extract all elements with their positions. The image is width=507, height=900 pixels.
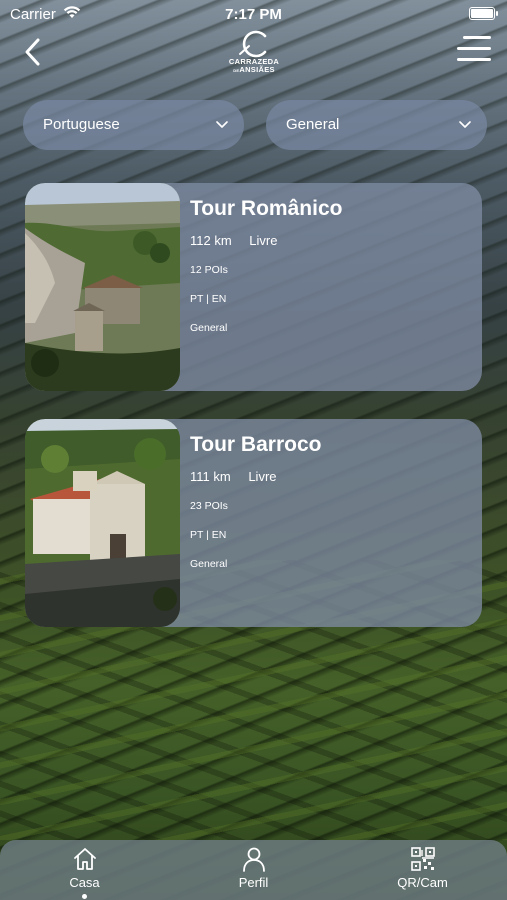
tab-perfil[interactable]: Perfil bbox=[169, 840, 338, 900]
category-select-value: General bbox=[286, 116, 340, 133]
tour-price: Livre bbox=[249, 233, 278, 248]
menu-line bbox=[463, 36, 491, 39]
app-screen: Carrier 7:17 PM CARRAZEDA DEANSIÃES Port bbox=[0, 0, 507, 900]
tab-label: Perfil bbox=[238, 875, 269, 890]
tour-pois: 23 POIs bbox=[190, 500, 228, 512]
tour-photo-romanico bbox=[25, 183, 180, 391]
language-select-value: Portuguese bbox=[43, 116, 120, 133]
tab-casa[interactable]: Casa bbox=[0, 840, 169, 900]
top-bar: CARRAZEDA DEANSIÃES bbox=[0, 28, 507, 78]
tour-languages: PT | EN bbox=[190, 529, 227, 541]
clock: 7:17 PM bbox=[225, 6, 282, 23]
language-select[interactable]: Portuguese bbox=[23, 100, 244, 150]
tour-languages: PT | EN bbox=[190, 293, 227, 305]
status-bar: Carrier 7:17 PM bbox=[0, 0, 507, 28]
chevron-down-icon bbox=[459, 121, 471, 128]
tour-price: Livre bbox=[248, 469, 277, 484]
menu-line bbox=[457, 58, 491, 61]
tour-card[interactable]: Tour Românico 112 km Livre 12 POIs PT | … bbox=[25, 183, 482, 391]
tour-pois: 12 POIs bbox=[190, 264, 228, 276]
tour-category: General bbox=[190, 558, 228, 570]
tour-info: Tour Românico 112 km Livre 12 POIs PT | … bbox=[190, 197, 472, 351]
logo-line2-text: ANSIÃES bbox=[239, 65, 275, 74]
back-button[interactable] bbox=[18, 36, 50, 68]
tab-label: Casa bbox=[69, 875, 100, 890]
tour-info: Tour Barroco 111 km Livre 23 POIs PT | E… bbox=[190, 433, 472, 587]
tour-name: Tour Românico bbox=[190, 197, 343, 220]
qr-code-icon bbox=[410, 847, 435, 871]
tour-card[interactable]: Tour Barroco 111 km Livre 23 POIs PT | E… bbox=[25, 419, 482, 627]
menu-line bbox=[457, 47, 491, 50]
logo-line2: DEANSIÃES bbox=[220, 66, 288, 75]
tour-distance: 112 km bbox=[190, 233, 232, 248]
tour-photo-barroco bbox=[25, 419, 180, 627]
tab-qr-cam[interactable]: QR/Cam bbox=[338, 840, 507, 900]
menu-button[interactable] bbox=[457, 36, 491, 66]
tour-category: General bbox=[190, 322, 228, 334]
logo-c-icon bbox=[239, 30, 267, 58]
app-logo: CARRAZEDA DEANSIÃES bbox=[220, 30, 288, 78]
person-icon bbox=[242, 847, 265, 872]
chevron-down-icon bbox=[216, 121, 228, 128]
tour-meta: 111 km Livre bbox=[190, 469, 472, 484]
tab-label: QR/Cam bbox=[397, 875, 448, 890]
category-select[interactable]: General bbox=[266, 100, 487, 150]
battery-icon bbox=[469, 7, 498, 20]
home-icon bbox=[73, 848, 96, 870]
tour-name: Tour Barroco bbox=[190, 433, 322, 456]
tour-distance: 111 km bbox=[190, 469, 231, 484]
tour-meta: 112 km Livre bbox=[190, 233, 472, 248]
bottom-tab-bar: Casa Perfil QR/Cam bbox=[0, 840, 507, 900]
active-indicator bbox=[82, 894, 87, 899]
